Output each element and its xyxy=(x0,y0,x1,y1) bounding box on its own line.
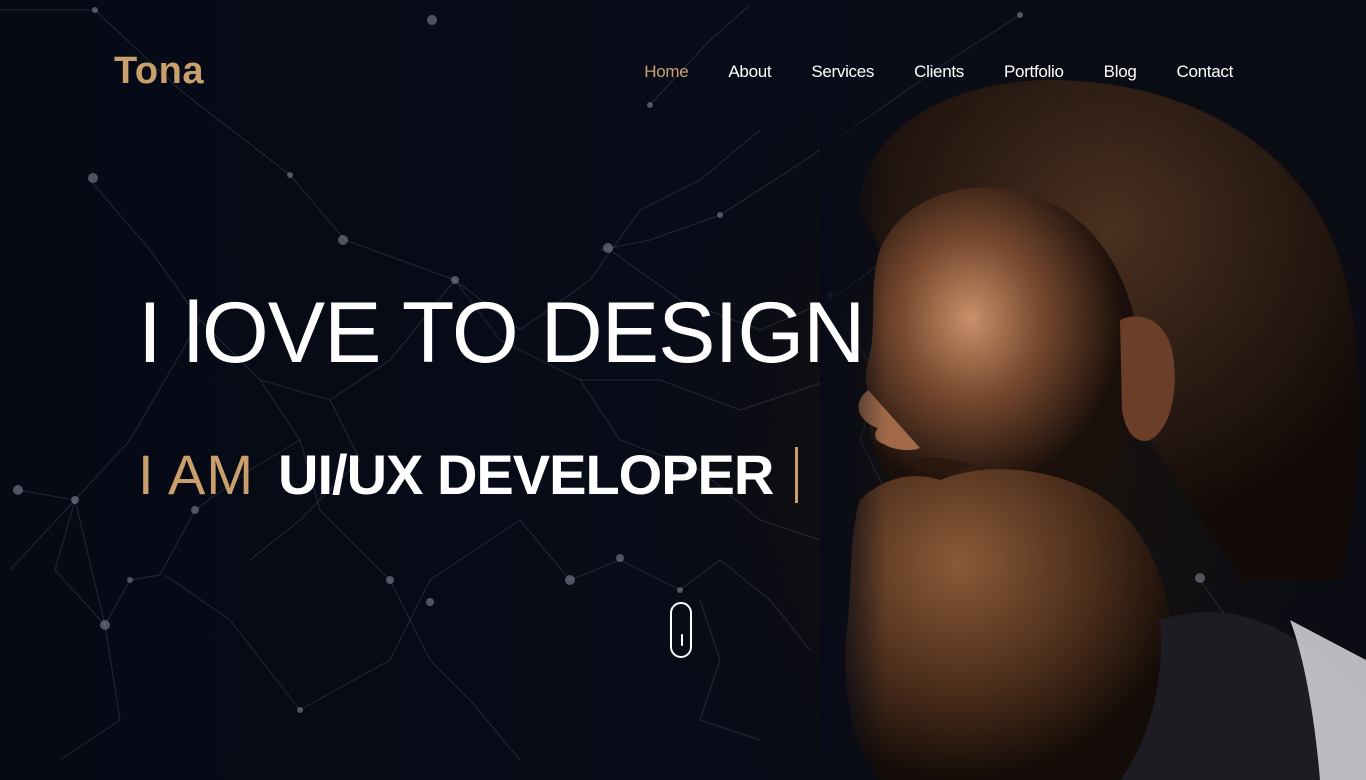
hero-section: Tona Home About Services Clients Portfol… xyxy=(0,0,1366,780)
nav-item-blog[interactable]: Blog xyxy=(1104,62,1137,82)
hero-portrait-image xyxy=(820,60,1366,780)
typed-role-text: UI/UX DEVELOPER xyxy=(278,443,774,506)
nav-item-about[interactable]: About xyxy=(728,62,771,82)
nav-item-contact[interactable]: Contact xyxy=(1177,62,1234,82)
site-logo[interactable]: Tona xyxy=(114,50,204,93)
nav-item-clients[interactable]: Clients xyxy=(914,62,964,82)
nav-item-services[interactable]: Services xyxy=(811,62,874,82)
mouse-scroll-icon[interactable] xyxy=(670,602,692,658)
nav-item-portfolio[interactable]: Portfolio xyxy=(1004,62,1064,82)
typing-cursor xyxy=(795,447,799,503)
hero-subline: I AM UI/UX DEVELOPER xyxy=(138,443,799,506)
nav-item-home[interactable]: Home xyxy=(644,62,688,82)
main-navigation: Home About Services Clients Portfolio Bl… xyxy=(604,62,1233,82)
mouse-wheel-indicator xyxy=(681,634,683,646)
subline-prefix: I AM xyxy=(138,443,255,506)
hero-headline: I lOVE TO DESIGN xyxy=(138,285,865,381)
